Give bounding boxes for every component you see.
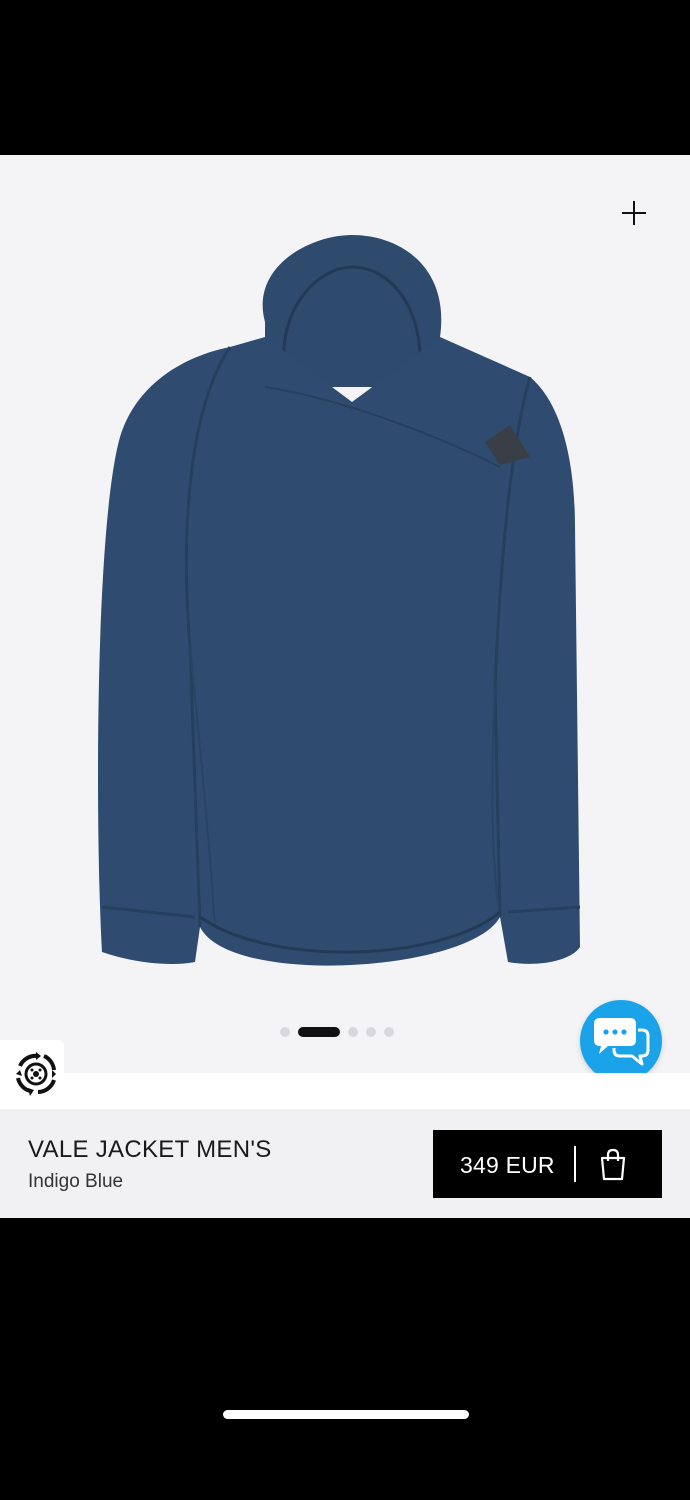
button-divider bbox=[574, 1146, 576, 1182]
home-indicator[interactable] bbox=[223, 1410, 469, 1419]
sustainability-badge[interactable] bbox=[0, 1040, 64, 1104]
chat-bubbles-icon bbox=[594, 1018, 650, 1066]
recycle-circle-icon bbox=[16, 1052, 56, 1096]
carousel-dot[interactable] bbox=[280, 1027, 290, 1037]
status-bar bbox=[0, 0, 690, 155]
gallery-bottom-strip bbox=[0, 1073, 690, 1109]
product-name: VALE JACKET MEN'S bbox=[28, 1136, 272, 1163]
product-gallery[interactable] bbox=[0, 155, 690, 1073]
add-to-bag-button[interactable]: 349 EUR bbox=[433, 1130, 662, 1198]
product-price: 349 EUR bbox=[460, 1152, 555, 1178]
product-image-jacket[interactable] bbox=[90, 227, 610, 997]
carousel-dot[interactable] bbox=[366, 1027, 376, 1037]
product-info-bar: VALE JACKET MEN'S Indigo Blue 349 EUR bbox=[0, 1109, 690, 1218]
carousel-dot[interactable] bbox=[384, 1027, 394, 1037]
product-color-name: Indigo Blue bbox=[28, 1171, 124, 1192]
shopping-bag-icon bbox=[600, 1148, 626, 1181]
carousel-indicator[interactable] bbox=[280, 1025, 394, 1039]
chat-button[interactable] bbox=[580, 1000, 662, 1073]
carousel-dot-active[interactable] bbox=[298, 1027, 340, 1037]
zoom-plus-icon[interactable] bbox=[612, 191, 656, 235]
carousel-dot[interactable] bbox=[348, 1027, 358, 1037]
bottom-safe-area bbox=[0, 1218, 690, 1500]
